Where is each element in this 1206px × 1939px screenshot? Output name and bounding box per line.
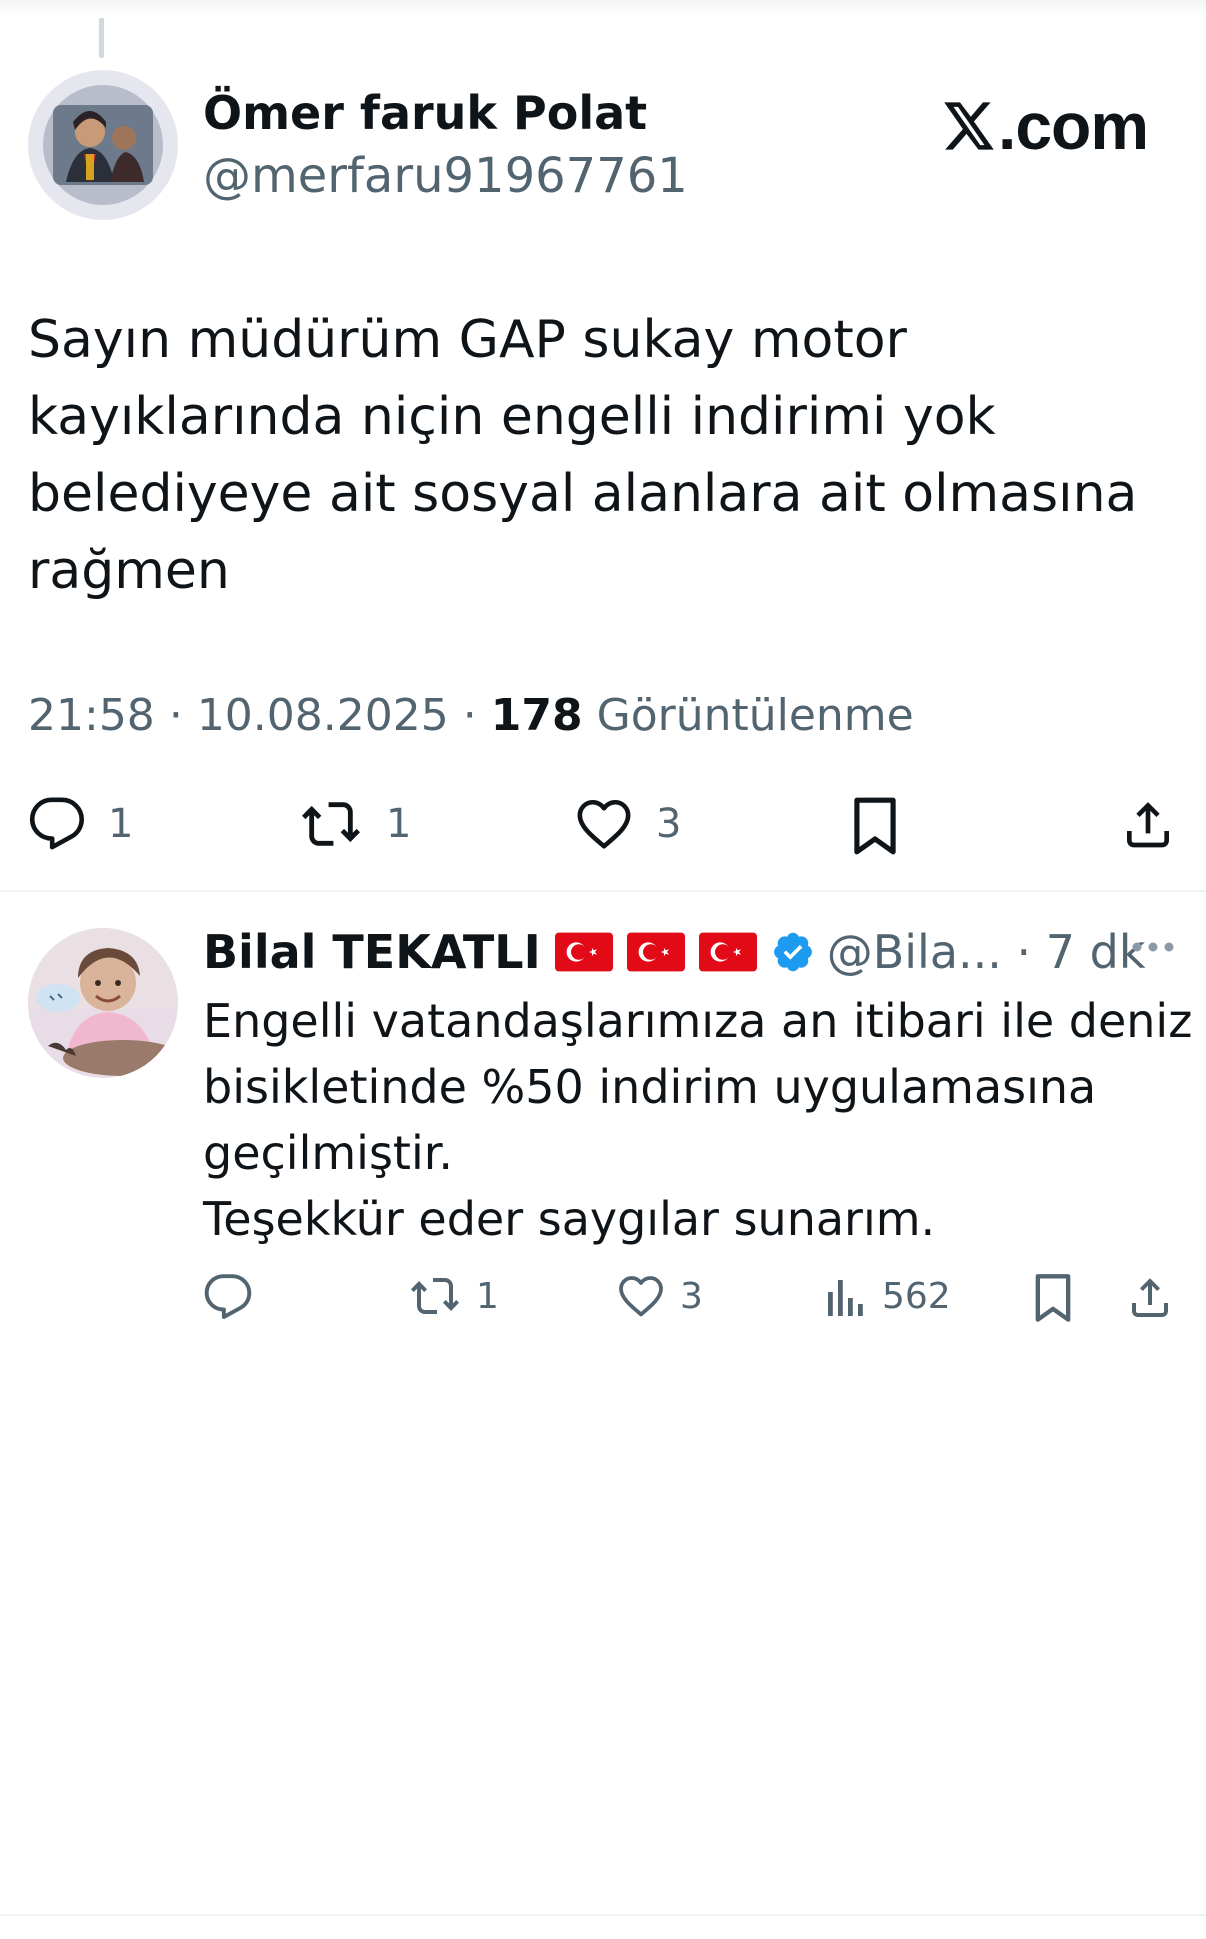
tweet-text-line: belediyeye ait sosyal alanlara ait olmas…: [28, 464, 1138, 524]
views-label: Görüntülenme: [596, 690, 914, 741]
share-icon: [1126, 1272, 1174, 1322]
reply-retweet-count: 1: [476, 1275, 499, 1317]
x-logo-icon: [942, 100, 996, 152]
like-icon: [574, 795, 634, 853]
tweet-text-line: rağmen: [28, 541, 230, 601]
tweet-time[interactable]: 21:58: [28, 690, 155, 741]
tweet-action-bar: 1 1 3: [0, 795, 1206, 865]
reply-icon: [28, 795, 86, 853]
reply-text-line: bisikletinde %50 indirim uygulamasına: [203, 1060, 1097, 1114]
reply-bookmark-button[interactable]: [1030, 1272, 1076, 1324]
verified-icon: [771, 930, 815, 974]
bookmark-button[interactable]: [848, 795, 902, 857]
bottom-divider: [0, 1914, 1206, 1916]
reply-text: Engelli vatandaşlarımıza an itibari ile …: [203, 988, 1193, 1252]
reply-author-name[interactable]: Bilal TEKATLI: [203, 925, 541, 979]
retweet-count: 1: [386, 801, 412, 847]
view-count: 178: [490, 690, 583, 741]
tweet-meta: 21:58 · 10.08.2025 · 178 Görüntülenme: [28, 690, 914, 741]
reply-header: Bilal TEKATLI @Bila... · 7 dk: [203, 922, 1145, 982]
reply-text-line: Engelli vatandaşlarımıza an itibari ile …: [203, 994, 1193, 1048]
retweet-button[interactable]: 1: [298, 795, 411, 853]
bookmark-icon: [848, 795, 902, 857]
brand-text: .com: [998, 89, 1149, 163]
views-icon: [824, 1272, 868, 1320]
reply-view-count: 562: [882, 1275, 951, 1317]
x-logo: .com: [942, 88, 1149, 164]
reply-text-line: Teşekkür eder saygılar sunarım.: [203, 1192, 936, 1246]
meta-separator: ·: [168, 690, 183, 741]
turkish-flag-icon: [554, 932, 613, 972]
reply-author-avatar[interactable]: [28, 928, 178, 1078]
share-icon: [1120, 795, 1176, 853]
reply-retweet-button[interactable]: 1: [408, 1272, 499, 1320]
share-button[interactable]: [1120, 795, 1176, 853]
author-name[interactable]: Ömer faruk Polat: [203, 86, 647, 140]
thread-connector-line: [99, 18, 104, 58]
reply-like-count: 3: [680, 1275, 703, 1317]
reply-handle-and-time[interactable]: @Bila... · 7 dk: [827, 925, 1146, 979]
author-avatar[interactable]: [28, 70, 178, 220]
reply-reply-button[interactable]: [203, 1272, 253, 1322]
like-icon: [616, 1272, 666, 1320]
reply-button[interactable]: 1: [28, 795, 133, 853]
reply-action-bar: 1 3 562: [0, 1272, 1206, 1328]
reply-text-line: geçilmiştir.: [203, 1126, 454, 1180]
reply-like-button[interactable]: 3: [616, 1272, 703, 1320]
tweet-text: Sayın müdürüm GAP sukay motor kayıkların…: [28, 302, 1178, 610]
reply-share-button[interactable]: [1126, 1272, 1174, 1322]
turkish-flag-icon: [626, 932, 685, 972]
tweet-text-line: Sayın müdürüm GAP sukay motor: [28, 310, 907, 370]
bookmark-icon: [1030, 1272, 1076, 1324]
reply-views-button[interactable]: 562: [824, 1272, 951, 1320]
retweet-icon: [298, 795, 364, 853]
reply-count: 1: [108, 801, 134, 847]
turkish-flag-icon: [698, 932, 757, 972]
more-icon[interactable]: [1130, 940, 1176, 954]
meta-separator: ·: [462, 690, 477, 741]
like-button[interactable]: 3: [574, 795, 681, 853]
divider: [0, 890, 1206, 892]
like-count: 3: [656, 801, 682, 847]
author-handle[interactable]: @merfaru91967761: [203, 148, 688, 204]
reply-icon: [203, 1272, 253, 1322]
retweet-icon: [408, 1272, 462, 1320]
top-strip: [0, 0, 1206, 16]
tweet-date[interactable]: 10.08.2025: [197, 690, 449, 741]
tweet-text-line: kayıklarında niçin engelli indirimi yok: [28, 387, 996, 447]
